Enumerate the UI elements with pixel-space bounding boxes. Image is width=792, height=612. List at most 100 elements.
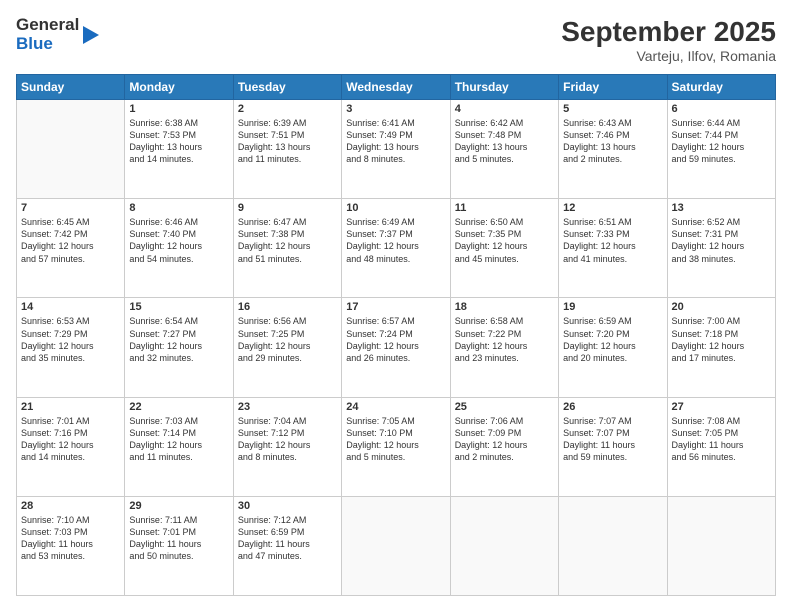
day-number: 5 bbox=[563, 103, 662, 115]
day-number: 24 bbox=[346, 401, 445, 413]
cell-daylight-info: Sunrise: 6:56 AM Sunset: 7:25 PM Dayligh… bbox=[238, 315, 337, 364]
cell-daylight-info: Sunrise: 6:41 AM Sunset: 7:49 PM Dayligh… bbox=[346, 117, 445, 166]
day-number: 17 bbox=[346, 301, 445, 313]
calendar-cell: 26 Sunrise: 7:07 AM Sunset: 7:07 PM Dayli… bbox=[559, 397, 667, 496]
week-row-5: 28Sunrise: 7:10 AM Sunset: 7:03 PM Dayli… bbox=[17, 496, 776, 595]
calendar-cell: 15Sunrise: 6:54 AM Sunset: 7:27 PM Dayli… bbox=[125, 298, 233, 397]
day-number: 9 bbox=[238, 202, 337, 214]
calendar-cell: 7Sunrise: 6:45 AM Sunset: 7:42 PM Daylig… bbox=[17, 199, 125, 298]
calendar-cell: 20 Sunrise: 7:00 AM Sunset: 7:18 PM Dayli… bbox=[667, 298, 775, 397]
day-number: 15 bbox=[129, 301, 228, 313]
day-number: 28 bbox=[21, 500, 120, 512]
day-number: 1 bbox=[129, 103, 228, 115]
day-number: 2 bbox=[238, 103, 337, 115]
cell-daylight-info: Sunrise: 7:01 AM Sunset: 7:16 PM Dayligh… bbox=[21, 415, 120, 464]
day-number: 16 bbox=[238, 301, 337, 313]
calendar-cell bbox=[342, 496, 450, 595]
cell-daylight-info: Sunrise: 6:45 AM Sunset: 7:42 PM Dayligh… bbox=[21, 216, 120, 265]
cell-daylight-info: Sunrise: 6:52 AM Sunset: 7:31 PM Dayligh… bbox=[672, 216, 771, 265]
day-number: 29 bbox=[129, 500, 228, 512]
day-number: 26 bbox=[563, 401, 662, 413]
day-number: 6 bbox=[672, 103, 771, 115]
calendar-cell: 21 Sunrise: 7:01 AM Sunset: 7:16 PM Dayli… bbox=[17, 397, 125, 496]
calendar-cell: 19Sunrise: 6:59 AM Sunset: 7:20 PM Dayli… bbox=[559, 298, 667, 397]
day-number: 25 bbox=[455, 401, 554, 413]
cell-daylight-info: Sunrise: 6:47 AM Sunset: 7:38 PM Dayligh… bbox=[238, 216, 337, 265]
cell-daylight-info: Sunrise: 7:05 AM Sunset: 7:10 PM Dayligh… bbox=[346, 415, 445, 464]
cell-daylight-info: Sunrise: 6:46 AM Sunset: 7:40 PM Dayligh… bbox=[129, 216, 228, 265]
calendar-cell: 10 Sunrise: 6:49 AM Sunset: 7:37 PM Dayli… bbox=[342, 199, 450, 298]
day-number: 18 bbox=[455, 301, 554, 313]
day-number: 20 bbox=[672, 301, 771, 313]
cell-daylight-info: Sunrise: 6:58 AM Sunset: 7:22 PM Dayligh… bbox=[455, 315, 554, 364]
calendar-cell: 29 Sunrise: 7:11 AM Sunset: 7:01 PM Dayli… bbox=[125, 496, 233, 595]
day-number: 4 bbox=[455, 103, 554, 115]
calendar-cell: 25 Sunrise: 7:06 AM Sunset: 7:09 PM Dayli… bbox=[450, 397, 558, 496]
cell-daylight-info: Sunrise: 6:50 AM Sunset: 7:35 PM Dayligh… bbox=[455, 216, 554, 265]
calendar-cell: 9 Sunrise: 6:47 AM Sunset: 7:38 PM Daylig… bbox=[233, 199, 341, 298]
weekday-header-friday: Friday bbox=[559, 75, 667, 100]
week-row-4: 21 Sunrise: 7:01 AM Sunset: 7:16 PM Dayli… bbox=[17, 397, 776, 496]
location-subtitle: Varteju, Ilfov, Romania bbox=[561, 48, 776, 64]
logo: General Blue bbox=[16, 16, 99, 53]
cell-daylight-info: Sunrise: 7:12 AM Sunset: 6:59 PM Dayligh… bbox=[238, 514, 337, 563]
cell-daylight-info: Sunrise: 7:08 AM Sunset: 7:05 PM Dayligh… bbox=[672, 415, 771, 464]
day-number: 3 bbox=[346, 103, 445, 115]
calendar-cell: 17 Sunrise: 6:57 AM Sunset: 7:24 PM Dayli… bbox=[342, 298, 450, 397]
cell-daylight-info: Sunrise: 7:11 AM Sunset: 7:01 PM Dayligh… bbox=[129, 514, 228, 563]
weekday-header-row: SundayMondayTuesdayWednesdayThursdayFrid… bbox=[17, 75, 776, 100]
cell-daylight-info: Sunrise: 6:42 AM Sunset: 7:48 PM Dayligh… bbox=[455, 117, 554, 166]
calendar-cell: 27 Sunrise: 7:08 AM Sunset: 7:05 PM Dayli… bbox=[667, 397, 775, 496]
calendar-cell: 5Sunrise: 6:43 AM Sunset: 7:46 PM Daylig… bbox=[559, 100, 667, 199]
weekday-header-monday: Monday bbox=[125, 75, 233, 100]
day-number: 13 bbox=[672, 202, 771, 214]
calendar-cell: 6 Sunrise: 6:44 AM Sunset: 7:44 PM Daylig… bbox=[667, 100, 775, 199]
calendar-cell: 30Sunrise: 7:12 AM Sunset: 6:59 PM Dayli… bbox=[233, 496, 341, 595]
calendar-cell: 4 Sunrise: 6:42 AM Sunset: 7:48 PM Daylig… bbox=[450, 100, 558, 199]
day-number: 8 bbox=[129, 202, 228, 214]
calendar-cell: 13 Sunrise: 6:52 AM Sunset: 7:31 PM Dayli… bbox=[667, 199, 775, 298]
day-number: 23 bbox=[238, 401, 337, 413]
calendar-cell: 22 Sunrise: 7:03 AM Sunset: 7:14 PM Dayli… bbox=[125, 397, 233, 496]
cell-daylight-info: Sunrise: 6:49 AM Sunset: 7:37 PM Dayligh… bbox=[346, 216, 445, 265]
weekday-header-thursday: Thursday bbox=[450, 75, 558, 100]
cell-daylight-info: Sunrise: 6:57 AM Sunset: 7:24 PM Dayligh… bbox=[346, 315, 445, 364]
week-row-2: 7Sunrise: 6:45 AM Sunset: 7:42 PM Daylig… bbox=[17, 199, 776, 298]
cell-daylight-info: Sunrise: 7:00 AM Sunset: 7:18 PM Dayligh… bbox=[672, 315, 771, 364]
calendar-cell: 2 Sunrise: 6:39 AM Sunset: 7:51 PM Daylig… bbox=[233, 100, 341, 199]
page: General Blue September 2025 Varteju, Ilf… bbox=[0, 0, 792, 612]
weekday-header-wednesday: Wednesday bbox=[342, 75, 450, 100]
cell-daylight-info: Sunrise: 6:53 AM Sunset: 7:29 PM Dayligh… bbox=[21, 315, 120, 364]
day-number: 27 bbox=[672, 401, 771, 413]
calendar-cell: 12Sunrise: 6:51 AM Sunset: 7:33 PM Dayli… bbox=[559, 199, 667, 298]
calendar-cell: 18 Sunrise: 6:58 AM Sunset: 7:22 PM Dayli… bbox=[450, 298, 558, 397]
cell-daylight-info: Sunrise: 7:07 AM Sunset: 7:07 PM Dayligh… bbox=[563, 415, 662, 464]
cell-daylight-info: Sunrise: 6:44 AM Sunset: 7:44 PM Dayligh… bbox=[672, 117, 771, 166]
cell-daylight-info: Sunrise: 7:06 AM Sunset: 7:09 PM Dayligh… bbox=[455, 415, 554, 464]
calendar-cell: 3 Sunrise: 6:41 AM Sunset: 7:49 PM Daylig… bbox=[342, 100, 450, 199]
calendar-cell bbox=[667, 496, 775, 595]
day-number: 19 bbox=[563, 301, 662, 313]
day-number: 12 bbox=[563, 202, 662, 214]
weekday-header-tuesday: Tuesday bbox=[233, 75, 341, 100]
weekday-header-sunday: Sunday bbox=[17, 75, 125, 100]
day-number: 10 bbox=[346, 202, 445, 214]
calendar-cell bbox=[559, 496, 667, 595]
calendar-cell: 8 Sunrise: 6:46 AM Sunset: 7:40 PM Daylig… bbox=[125, 199, 233, 298]
day-number: 14 bbox=[21, 301, 120, 313]
calendar-cell: 23 Sunrise: 7:04 AM Sunset: 7:12 PM Dayli… bbox=[233, 397, 341, 496]
day-number: 11 bbox=[455, 202, 554, 214]
cell-daylight-info: Sunrise: 6:39 AM Sunset: 7:51 PM Dayligh… bbox=[238, 117, 337, 166]
week-row-3: 14 Sunrise: 6:53 AM Sunset: 7:29 PM Dayli… bbox=[17, 298, 776, 397]
cell-daylight-info: Sunrise: 7:03 AM Sunset: 7:14 PM Dayligh… bbox=[129, 415, 228, 464]
header: General Blue September 2025 Varteju, Ilf… bbox=[16, 16, 776, 64]
day-number: 21 bbox=[21, 401, 120, 413]
calendar-cell: 11 Sunrise: 6:50 AM Sunset: 7:35 PM Dayli… bbox=[450, 199, 558, 298]
calendar-cell: 14 Sunrise: 6:53 AM Sunset: 7:29 PM Dayli… bbox=[17, 298, 125, 397]
day-number: 22 bbox=[129, 401, 228, 413]
calendar-cell: 24 Sunrise: 7:05 AM Sunset: 7:10 PM Dayli… bbox=[342, 397, 450, 496]
cell-daylight-info: Sunrise: 6:38 AM Sunset: 7:53 PM Dayligh… bbox=[129, 117, 228, 166]
calendar-cell: 16 Sunrise: 6:56 AM Sunset: 7:25 PM Dayli… bbox=[233, 298, 341, 397]
cell-daylight-info: Sunrise: 7:04 AM Sunset: 7:12 PM Dayligh… bbox=[238, 415, 337, 464]
calendar-table: SundayMondayTuesdayWednesdayThursdayFrid… bbox=[16, 74, 776, 596]
